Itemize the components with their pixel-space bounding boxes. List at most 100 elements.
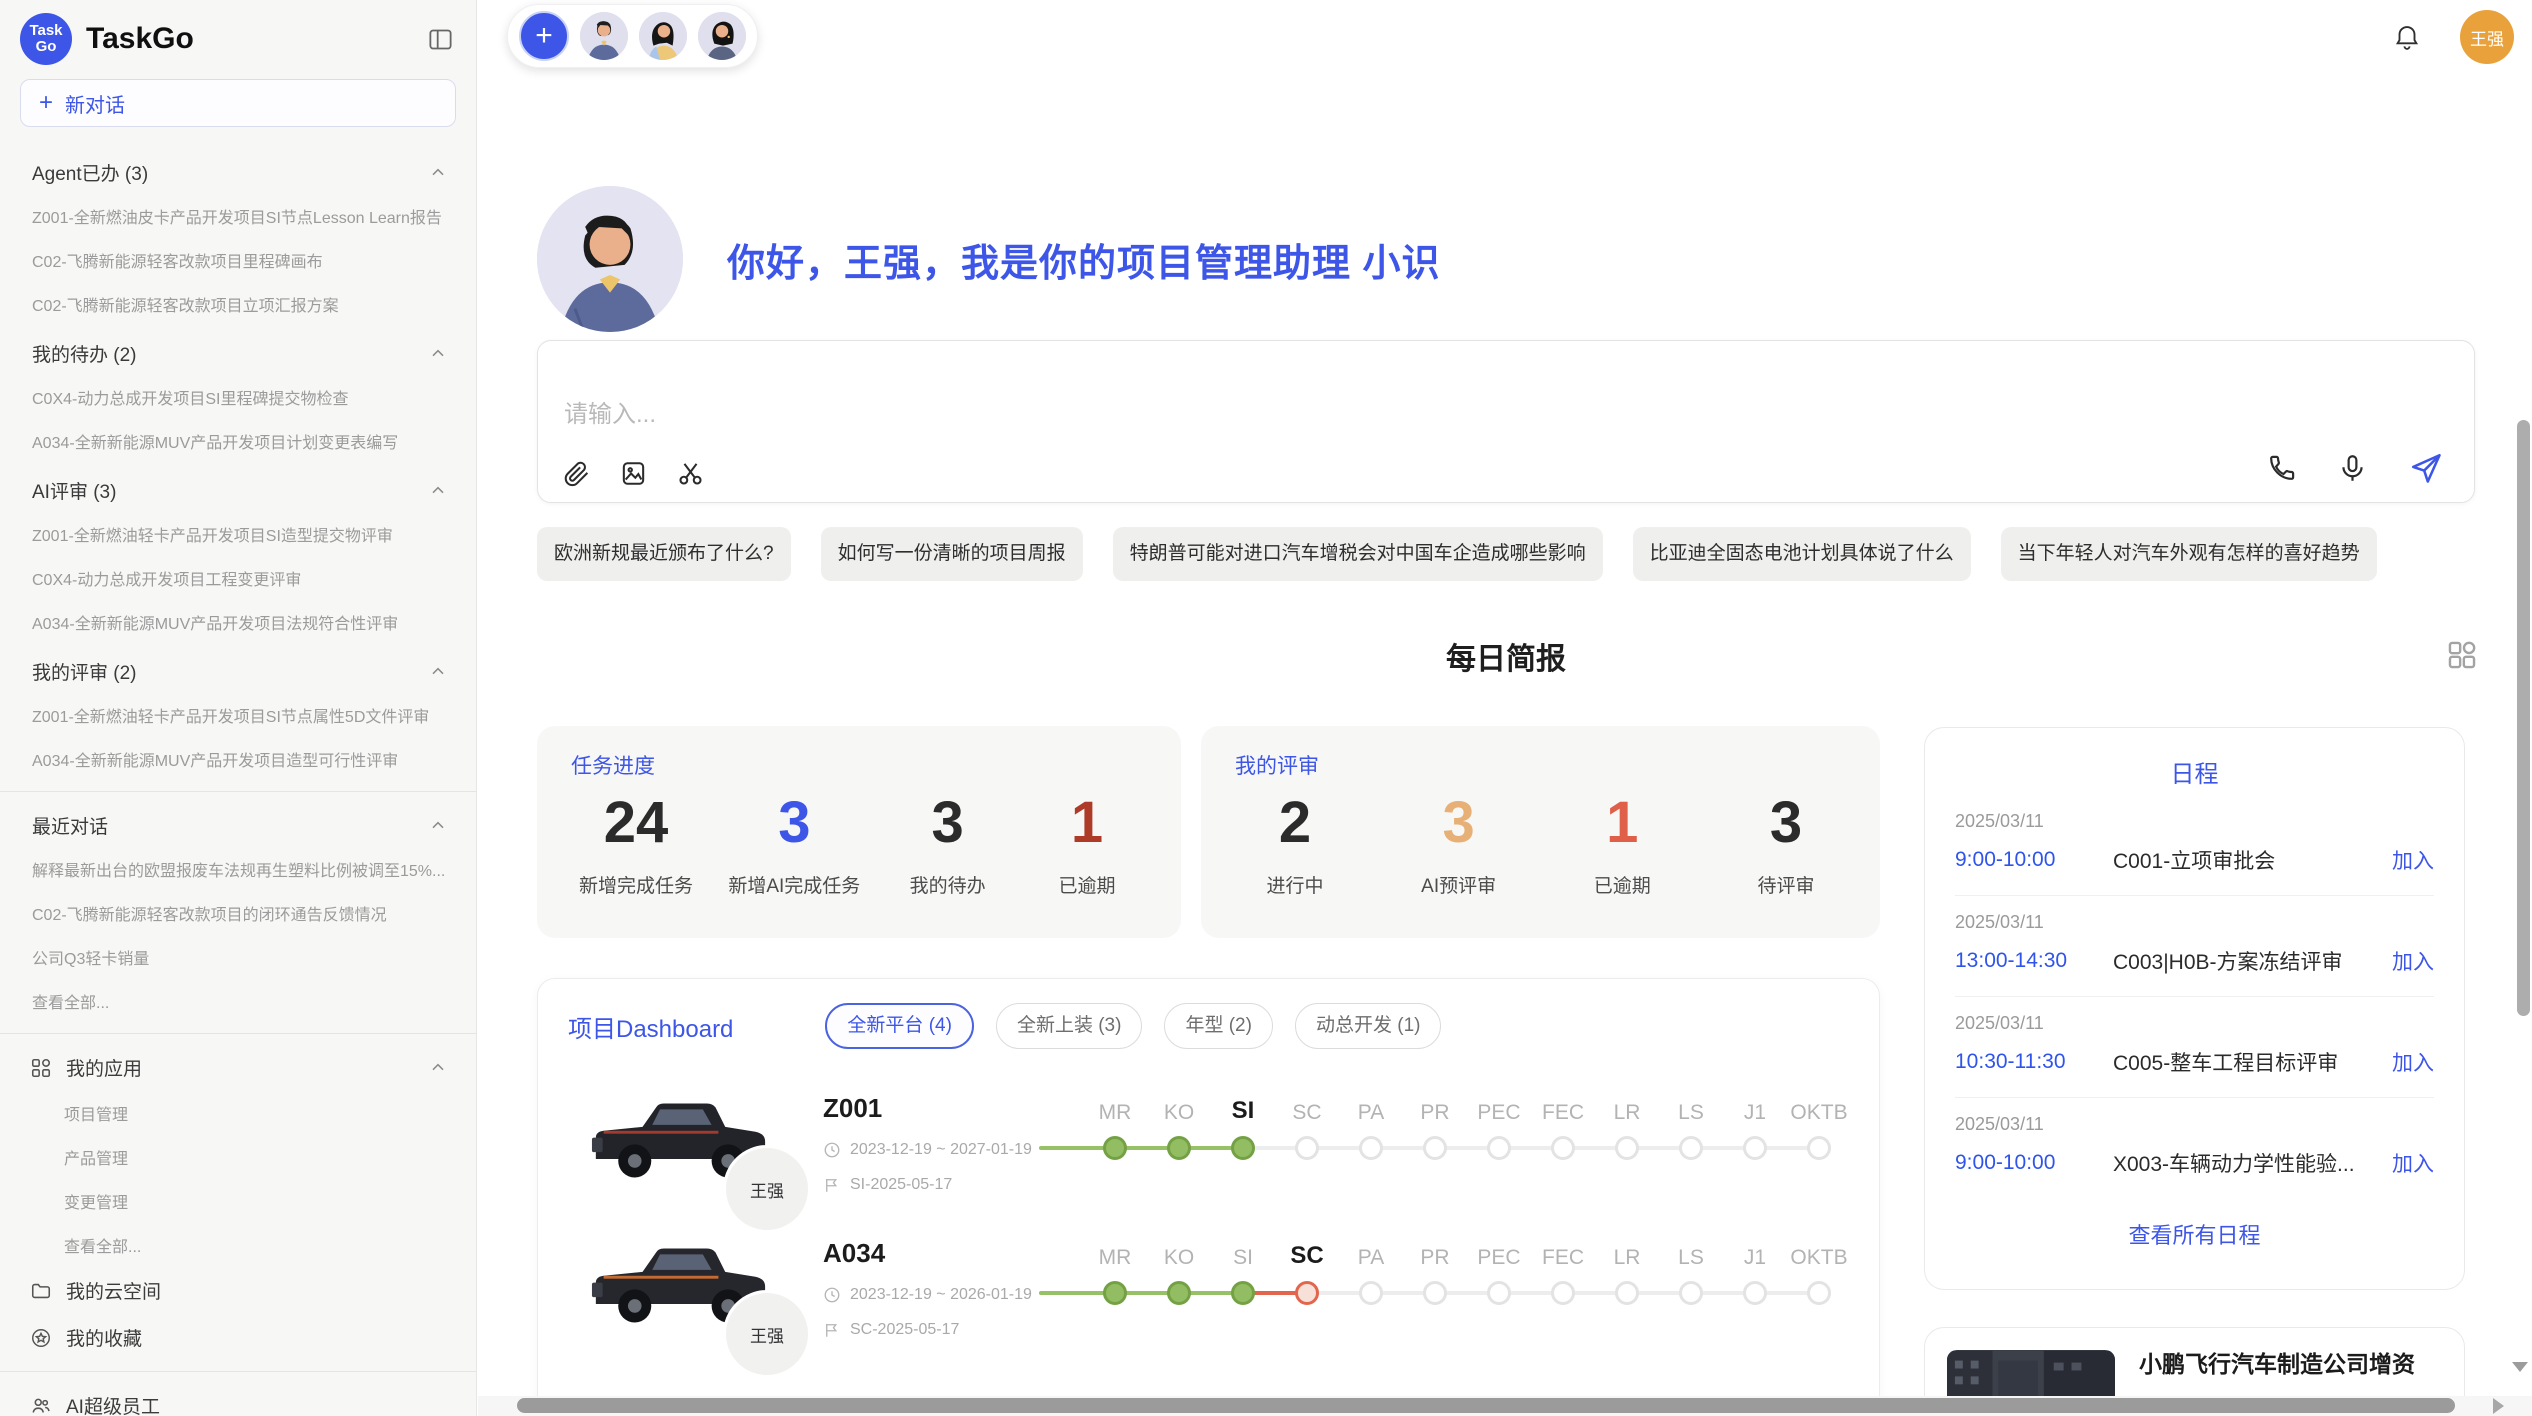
schedule-time: 9:00-10:00 xyxy=(1955,848,2113,872)
milestone-dot xyxy=(1679,1136,1703,1160)
view-all-schedule-link[interactable]: 查看所有日程 xyxy=(1955,1218,2434,1250)
sidebar-item[interactable]: A034-全新新能源MUV产品开发项目造型可行性评审 xyxy=(0,737,476,781)
sidebar-item[interactable]: Z001-全新燃油轻卡产品开发项目SI造型提交物评审 xyxy=(0,512,476,556)
tab-new-platform[interactable]: 全新平台 (4) xyxy=(825,1003,974,1049)
recent-chat-item[interactable]: C02-飞腾新能源轻客改款项目的闭环通告反馈情况 xyxy=(0,891,476,935)
apps-view-all[interactable]: 查看全部... xyxy=(0,1223,476,1267)
recent-view-all[interactable]: 查看全部... xyxy=(0,979,476,1023)
notification-bell-icon[interactable] xyxy=(2392,22,2422,52)
join-link[interactable]: 加入 xyxy=(2392,1047,2434,1077)
stat-value: 24 xyxy=(579,790,693,857)
scissors-icon[interactable] xyxy=(676,459,705,488)
suggestion-chips: 欧洲新规最近颁布了什么? 如何写一份清晰的项目周报 特朗普可能对进口汽车增税会对… xyxy=(537,527,2377,581)
project-info: A034 2023-12-19 ~ 2026-01-19 SC-2025-05-… xyxy=(823,1232,1073,1339)
section-my-todo[interactable]: 我的待办 (2) xyxy=(0,330,476,375)
milestone-label: FEC xyxy=(1542,1089,1584,1125)
suggestion-chip[interactable]: 欧洲新规最近颁布了什么? xyxy=(537,527,791,581)
suggestion-chip[interactable]: 当下年轻人对汽车外观有怎样的喜好趋势 xyxy=(2001,527,2377,581)
horizontal-scrollbar-thumb[interactable] xyxy=(517,1398,2455,1413)
app-item-project-mgmt[interactable]: 项目管理 xyxy=(0,1091,476,1135)
milestone-dot xyxy=(1487,1281,1511,1305)
suggestion-chip[interactable]: 如何写一份清晰的项目周报 xyxy=(821,527,1083,581)
user-avatar[interactable]: 王强 xyxy=(2460,10,2514,64)
sidebar-item[interactable]: Z001-全新燃油轻卡产品开发项目SI节点属性5D文件评审 xyxy=(0,693,476,737)
milestone: OKTB xyxy=(1787,1089,1851,1171)
project-flag-milestone: SI-2025-05-17 xyxy=(823,1176,1073,1194)
stat: 2 进行中 xyxy=(1243,790,1347,898)
project-row[interactable]: 王强 Z001 2023-12-19 ~ 2027-01-19 SI-2025-… xyxy=(568,1087,1849,1194)
sidebar-item-ai-employee[interactable]: AI超级员工 xyxy=(0,1382,476,1416)
milestone-label: MR xyxy=(1099,1089,1132,1125)
chat-input[interactable] xyxy=(564,401,2064,429)
recent-chat-item[interactable]: 公司Q3轻卡销量 xyxy=(0,935,476,979)
sidebar-item[interactable]: C02-飞腾新能源轻客改款项目里程碑画布 xyxy=(0,238,476,282)
sidebar-collapse-icon[interactable] xyxy=(423,22,458,57)
sidebar-item-cloud-space[interactable]: 我的云空间 xyxy=(0,1267,476,1314)
sidebar-item-favorites[interactable]: 我的收藏 xyxy=(0,1314,476,1361)
microphone-icon[interactable] xyxy=(2337,453,2368,484)
scroll-down-arrow[interactable] xyxy=(2512,1362,2528,1372)
agent-avatar-1[interactable] xyxy=(580,12,628,60)
section-recent-chats[interactable]: 最近对话 xyxy=(0,802,476,847)
milestone-label: SC xyxy=(1292,1089,1321,1125)
section-ai-review[interactable]: AI评审 (3) xyxy=(0,467,476,512)
stat: 3 待评审 xyxy=(1734,790,1838,898)
agent-avatar-2[interactable] xyxy=(639,12,687,60)
suggestion-chip[interactable]: 特朗普可能对进口汽车增税会对中国车企造成哪些影响 xyxy=(1113,527,1603,581)
tab-model-year[interactable]: 年型 (2) xyxy=(1164,1003,1273,1049)
main-area: + 王强 你好，王强，我是你的项目管理助理 小识 xyxy=(477,0,2532,1416)
milestone-label: FEC xyxy=(1542,1234,1584,1270)
join-link[interactable]: 加入 xyxy=(2392,946,2434,976)
star-circle-icon xyxy=(30,1327,52,1349)
section-my-review[interactable]: 我的评审 (2) xyxy=(0,648,476,693)
app-item-change-mgmt[interactable]: 变更管理 xyxy=(0,1179,476,1223)
milestone-label: SC xyxy=(1290,1234,1323,1270)
add-agent-button[interactable]: + xyxy=(519,11,569,61)
section-agent-done[interactable]: Agent已办 (3) xyxy=(0,149,476,194)
scroll-right-arrow[interactable] xyxy=(2493,1398,2504,1414)
agent-avatar-3[interactable] xyxy=(698,12,746,60)
clock-icon xyxy=(823,1141,841,1159)
sidebar-item[interactable]: A034-全新新能源MUV产品开发项目计划变更表编写 xyxy=(0,419,476,463)
sidebar-item[interactable]: C0X4-动力总成开发项目工程变更评审 xyxy=(0,556,476,600)
milestone-track: MRKOSISCPAPRPECFECLRLSJ1OKTB xyxy=(1083,1087,1851,1171)
project-row[interactable]: 王强 A034 2023-12-19 ~ 2026-01-19 SC-2025-… xyxy=(568,1232,1849,1339)
people-icon xyxy=(30,1395,52,1416)
milestone-dot xyxy=(1231,1136,1255,1160)
project-name: A034 xyxy=(823,1238,1073,1269)
app-logo: Task Go xyxy=(20,13,72,65)
tab-new-body[interactable]: 全新上装 (3) xyxy=(996,1003,1143,1049)
section-title: 我的评审 (2) xyxy=(32,658,137,685)
milestone: LS xyxy=(1659,1234,1723,1316)
send-icon[interactable] xyxy=(2408,450,2444,486)
layout-grid-icon[interactable] xyxy=(2445,638,2479,672)
sidebar-item[interactable]: A034-全新新能源MUV产品开发项目法规符合性评审 xyxy=(0,600,476,644)
sidebar-item[interactable]: C0X4-动力总成开发项目SI里程碑提交物检查 xyxy=(0,375,476,419)
section-title: AI评审 (3) xyxy=(32,477,116,504)
sidebar-item-my-apps[interactable]: 我的应用 xyxy=(0,1044,476,1091)
milestone-dot xyxy=(1551,1136,1575,1160)
join-link[interactable]: 加入 xyxy=(2392,845,2434,875)
paperclip-icon[interactable] xyxy=(562,459,591,488)
sidebar-item[interactable]: C02-飞腾新能源轻客改款项目立项汇报方案 xyxy=(0,282,476,326)
divider xyxy=(0,791,476,792)
suggestion-chip[interactable]: 比亚迪全固态电池计划具体说了什么 xyxy=(1633,527,1971,581)
sidebar-item[interactable]: Z001-全新燃油皮卡产品开发项目SI节点Lesson Learn报告 xyxy=(0,194,476,238)
stat-value: 3 xyxy=(1407,790,1511,857)
recent-chat-item[interactable]: 解释最新出台的欧盟报废车法规再生塑料比例被调至15%... xyxy=(0,847,476,891)
new-chat-button[interactable]: + 新对话 xyxy=(20,79,456,127)
stat-value: 2 xyxy=(1243,790,1347,857)
milestone-label: OKTB xyxy=(1790,1089,1847,1125)
milestone: LR xyxy=(1595,1234,1659,1316)
tab-powertrain[interactable]: 动总开发 (1) xyxy=(1295,1003,1442,1049)
phone-icon[interactable] xyxy=(2266,453,2297,484)
project-image: 王强 xyxy=(582,1232,777,1339)
ai-employee-label: AI超级员工 xyxy=(66,1392,160,1416)
milestone-label: LS xyxy=(1678,1089,1704,1125)
milestone-label: LR xyxy=(1614,1089,1641,1125)
image-icon[interactable] xyxy=(619,459,648,488)
milestone: SI xyxy=(1211,1089,1275,1171)
vertical-scrollbar-thumb[interactable] xyxy=(2517,420,2530,1016)
join-link[interactable]: 加入 xyxy=(2392,1148,2434,1178)
app-item-product-mgmt[interactable]: 产品管理 xyxy=(0,1135,476,1179)
